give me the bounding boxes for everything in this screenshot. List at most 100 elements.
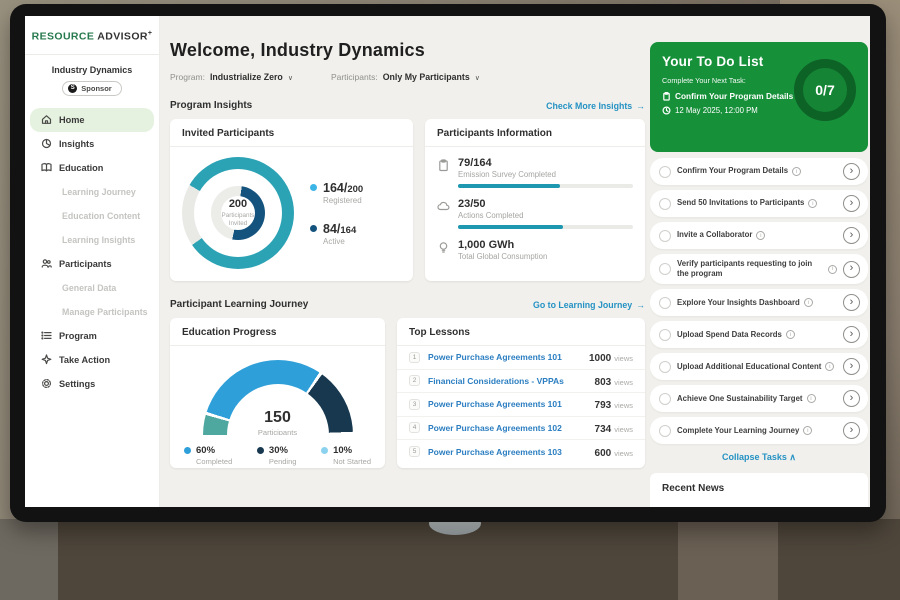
checkbox[interactable] — [659, 198, 671, 210]
sidebar-item-take-action[interactable]: Take Action — [25, 348, 159, 372]
todo-item[interactable]: Upload Spend Data Recordsi › — [650, 321, 868, 348]
sidebar-item-learning-insights[interactable]: Learning Insights — [25, 228, 159, 252]
sidebar-item-education-content[interactable]: Education Content — [25, 204, 159, 228]
info-icon[interactable]: i — [756, 231, 765, 240]
participants-select[interactable]: Participants:Only My Participants∨ — [331, 72, 480, 82]
checkbox[interactable] — [659, 166, 671, 178]
info-icon[interactable]: i — [803, 426, 812, 435]
card-title: Education Progress — [170, 318, 385, 346]
filter-bar: Program:Industrialize Zero∨ Participants… — [170, 72, 645, 82]
todo-item[interactable]: Achieve One Sustainability Targeti › — [650, 385, 868, 412]
checkbox[interactable] — [659, 425, 671, 437]
info-icon[interactable]: i — [807, 394, 816, 403]
legend-item-active: 84/164 Active — [310, 222, 363, 246]
lesson-link[interactable]: Power Purchase Agreements 102 — [428, 423, 587, 433]
lesson-row: 4 Power Purchase Agreements 102 734views — [397, 417, 645, 441]
todo-item[interactable]: Complete Your Learning Journeyi › — [650, 417, 868, 444]
sidebar-item-label: Learning Insights — [62, 235, 135, 245]
stat-consumption: 1,000 GWh Total Global Consumption — [437, 239, 633, 261]
info-icon[interactable]: i — [792, 167, 801, 176]
sidebar-item-learning-journey[interactable]: Learning Journey — [25, 180, 159, 204]
sidebar-item-label: Take Action — [59, 355, 110, 365]
chevron-down-icon: ∨ — [475, 75, 480, 82]
open-task-button[interactable]: › — [843, 294, 860, 311]
gear-icon — [41, 378, 52, 389]
todo-item[interactable]: Send 50 Invitations to Participantsi › — [650, 190, 868, 217]
sidebar-item-label: Settings — [59, 379, 95, 389]
sidebar-item-program[interactable]: Program — [25, 324, 159, 348]
donut-legend: 164/200 Registered 84/164 Active — [310, 181, 363, 246]
progress-track — [458, 225, 633, 229]
sidebar-item-general-data[interactable]: General Data — [25, 276, 159, 300]
todo-hero-card: Your To Do List Complete Your Next Task:… — [650, 42, 868, 152]
sidebar-nav: Home Insights Education Learning Journey… — [25, 108, 159, 396]
invited-donut-chart: 200 Participants Invited — [182, 157, 294, 269]
open-task-button[interactable]: › — [843, 195, 860, 212]
legend-dot — [184, 447, 191, 454]
sidebar-item-label: Insights — [59, 139, 94, 149]
recent-news-title: Recent News — [662, 483, 856, 494]
check-more-insights-link[interactable]: Check More Insights→ — [546, 101, 645, 111]
sidebar-item-insights[interactable]: Insights — [25, 132, 159, 156]
sidebar-item-education[interactable]: Education — [25, 156, 159, 180]
info-icon[interactable]: i — [786, 330, 795, 339]
arrow-right-icon: → — [636, 101, 645, 111]
lesson-link[interactable]: Financial Considerations - VPPAs — [428, 376, 587, 386]
info-icon[interactable]: i — [825, 362, 834, 371]
open-task-button[interactable]: › — [843, 422, 860, 439]
sidebar-item-label: Learning Journey — [62, 187, 136, 197]
sidebar-item-manage-participants[interactable]: Manage Participants — [25, 300, 159, 324]
clipboard-icon — [662, 92, 671, 101]
sidebar-item-label: General Data — [62, 283, 116, 293]
info-icon[interactable]: i — [828, 265, 837, 274]
learning-cards-row: Education Progress 150 Participants 60%C… — [170, 318, 645, 468]
legend-dot — [257, 447, 264, 454]
legend-dot — [310, 184, 317, 191]
lesson-row: 5 Power Purchase Agreements 103 600views — [397, 440, 645, 464]
sponsor-badge[interactable]: S Sponsor — [62, 81, 121, 96]
open-task-button[interactable]: › — [843, 390, 860, 407]
checkbox[interactable] — [659, 297, 671, 309]
checkbox[interactable] — [659, 393, 671, 405]
lesson-link[interactable]: Power Purchase Agreements 103 — [428, 447, 587, 457]
info-icon[interactable]: i — [804, 298, 813, 307]
sponsor-badge-label: Sponsor — [81, 84, 111, 93]
sidebar-item-settings[interactable]: Settings — [25, 372, 159, 396]
todo-item[interactable]: Invite a Collaboratori › — [650, 222, 868, 249]
open-task-button[interactable]: › — [843, 358, 860, 375]
open-task-button[interactable]: › — [843, 163, 860, 180]
arrow-right-icon: → — [636, 300, 645, 310]
checkbox[interactable] — [659, 230, 671, 242]
checkbox[interactable] — [659, 329, 671, 341]
section-title: Program Insights — [170, 100, 252, 111]
sidebar-item-label: Home — [59, 115, 85, 125]
sidebar: RESOURCE ADVISOR+ Industry Dynamics S Sp… — [25, 16, 160, 507]
sidebar-item-home[interactable]: Home — [30, 108, 154, 132]
todo-item[interactable]: Confirm Your Program Detailsi › — [650, 158, 868, 185]
section-title: Participant Learning Journey — [170, 299, 308, 310]
open-task-button[interactable]: › — [843, 261, 860, 278]
legend-item-registered: 164/200 Registered — [310, 181, 363, 205]
todo-item[interactable]: Upload Additional Educational Contenti › — [650, 353, 868, 380]
todo-item[interactable]: Verify participants requesting to join t… — [650, 254, 868, 284]
logo-plus: + — [148, 30, 153, 37]
lesson-link[interactable]: Power Purchase Agreements 101 — [428, 352, 581, 362]
collapse-tasks-link[interactable]: Collapse Tasks ∧ — [650, 452, 868, 463]
participants-label: Participants: — [331, 72, 378, 82]
open-task-button[interactable]: › — [843, 326, 860, 343]
lesson-link[interactable]: Power Purchase Agreements 101 — [428, 399, 587, 409]
home-icon — [41, 114, 52, 125]
card-title: Invited Participants — [170, 119, 413, 147]
program-select[interactable]: Program:Industrialize Zero∨ — [170, 72, 293, 82]
checkbox[interactable] — [659, 263, 671, 275]
checkbox[interactable] — [659, 361, 671, 373]
background-desk-strip — [678, 519, 778, 600]
info-icon[interactable]: i — [808, 199, 817, 208]
app-logo: RESOURCE ADVISOR+ — [25, 16, 159, 43]
sidebar-item-participants[interactable]: Participants — [25, 252, 159, 276]
open-task-button[interactable]: › — [843, 227, 860, 244]
go-to-learning-journey-link[interactable]: Go to Learning Journey→ — [533, 300, 645, 310]
background-desk-left — [0, 519, 58, 600]
todo-item[interactable]: Explore Your Insights Dashboardi › — [650, 289, 868, 316]
lesson-row: 2 Financial Considerations - VPPAs 803vi… — [397, 370, 645, 394]
